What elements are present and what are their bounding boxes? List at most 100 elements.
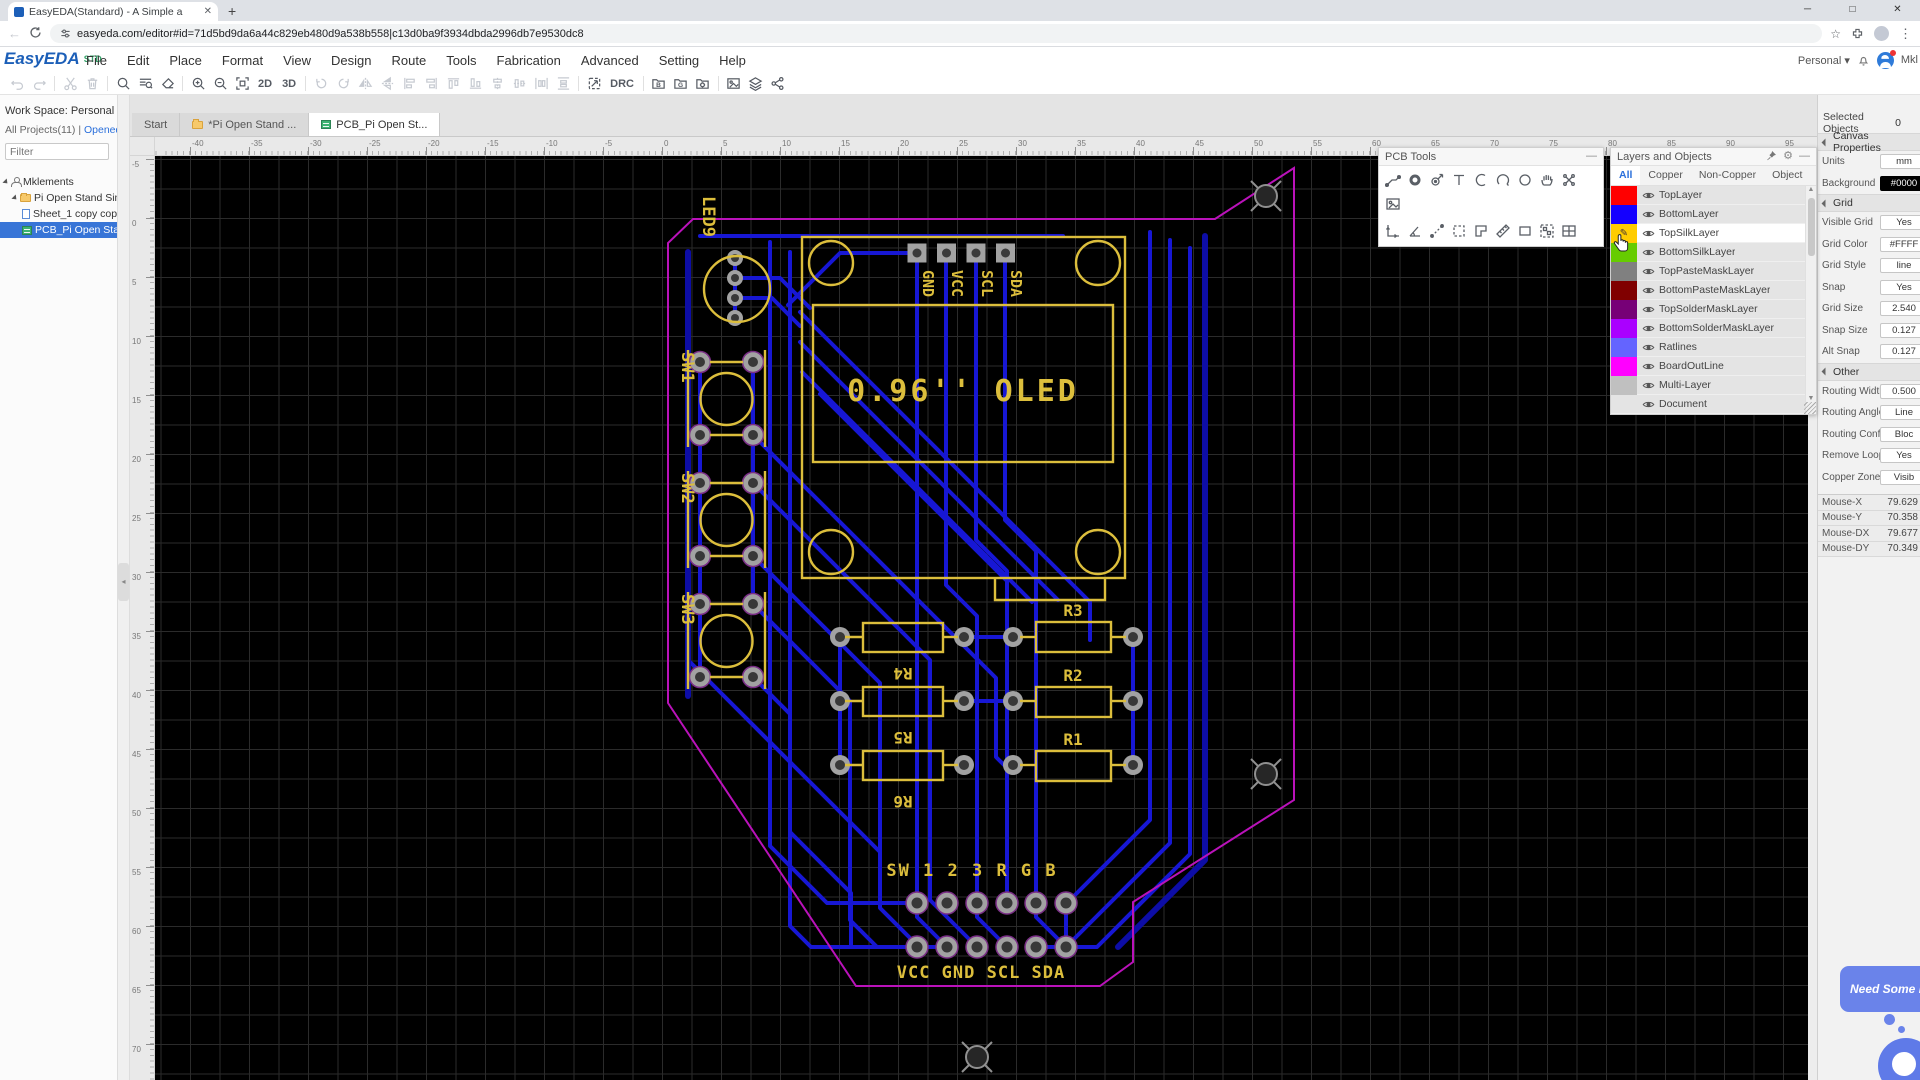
prop-value-field[interactable]: #0000 <box>1880 176 1920 191</box>
layer-row-document[interactable]: Document <box>1611 395 1816 414</box>
dist-v-icon[interactable] <box>552 74 574 94</box>
search-icon[interactable] <box>112 74 134 94</box>
section-header-grid[interactable]: Grid <box>1818 194 1920 212</box>
layers-tab-non-copper[interactable]: Non-Copper <box>1691 166 1764 185</box>
cut-icon[interactable] <box>59 74 81 94</box>
zoom-in-icon[interactable] <box>187 74 209 94</box>
layer-visibility-eye-icon[interactable] <box>1637 246 1659 259</box>
tool-dim-icon[interactable] <box>1382 219 1404 243</box>
url-field[interactable]: easyeda.com/editor#id=71d5bd9da6a44c829e… <box>50 24 1822 43</box>
layers-minimize-icon[interactable]: — <box>1799 151 1810 162</box>
prop-value-field[interactable]: 2.540 <box>1880 301 1920 316</box>
prop-value-field[interactable]: line <box>1880 258 1920 273</box>
bell-icon[interactable] <box>1857 54 1870 67</box>
layer-row-topsoldermasklayer[interactable]: TopSolderMaskLayer <box>1611 300 1816 319</box>
prop-value-field[interactable]: Yes <box>1880 280 1920 295</box>
layer-row-bottomsoldermasklayer[interactable]: BottomSolderMaskLayer <box>1611 319 1816 338</box>
tree-item-pcb-pi-open-stand-cop[interactable]: PCB_Pi Open Stand cop <box>0 222 117 238</box>
user-avatar[interactable] <box>1877 52 1894 69</box>
tree-item-mklements[interactable]: Mklements <box>0 174 117 190</box>
doc-tab--pi-open-stand-[interactable]: *Pi Open Stand ... <box>180 113 309 136</box>
doc-tab-start[interactable]: Start <box>132 113 180 136</box>
fit-icon[interactable] <box>231 74 253 94</box>
layer-color-swatch[interactable] <box>1611 300 1637 319</box>
layer-visibility-eye-icon[interactable] <box>1637 208 1659 221</box>
menu-file[interactable]: File <box>76 53 117 68</box>
tool-pad-icon[interactable] <box>1404 168 1426 192</box>
fol-t-icon[interactable] <box>692 74 714 94</box>
menu-help[interactable]: Help <box>709 53 756 68</box>
layer-color-swatch[interactable] <box>1611 281 1637 300</box>
layer-color-swatch[interactable] <box>1611 357 1637 376</box>
layer-visibility-eye-icon[interactable] <box>1637 360 1659 373</box>
tool-rect-icon[interactable] <box>1514 219 1536 243</box>
undo-icon[interactable] <box>6 74 28 94</box>
prop-value-field[interactable]: 0.127 <box>1880 344 1920 359</box>
extensions-icon[interactable] <box>1851 27 1864 40</box>
layer-visibility-eye-icon[interactable] <box>1637 379 1659 392</box>
layer-color-swatch[interactable] <box>1611 319 1637 338</box>
browser-profile-avatar[interactable] <box>1874 26 1889 41</box>
browser-tab[interactable]: EasyEDA(Standard) - A Simple a ✕ <box>8 2 218 21</box>
layer-visibility-eye-icon[interactable] <box>1637 322 1659 335</box>
section-header-other[interactable]: Other <box>1818 363 1920 381</box>
tool-circle-icon[interactable] <box>1514 168 1536 192</box>
window-minimize-button[interactable]: ─ <box>1785 0 1830 21</box>
menu-place[interactable]: Place <box>159 53 212 68</box>
prop-value-field[interactable]: Yes <box>1880 215 1920 230</box>
layer-row-topsilklayer[interactable]: ✎TopSilkLayer <box>1611 224 1816 243</box>
menu-fabrication[interactable]: Fabrication <box>487 53 571 68</box>
tool-group-icon[interactable] <box>1536 219 1558 243</box>
drc-button[interactable]: DRC <box>605 74 639 94</box>
menu-setting[interactable]: Setting <box>649 53 709 68</box>
tree-expand-arrow[interactable] <box>11 194 18 201</box>
sidebar-collapse-handle[interactable]: ◂ <box>118 563 129 601</box>
doc-tab-pcb-pi-open-st-[interactable]: PCB_Pi Open St... <box>309 113 440 136</box>
layer-row-toplayer[interactable]: TopLayer <box>1611 186 1816 205</box>
opened-projects-link[interactable]: Opened Pro <box>84 124 118 136</box>
prop-value-field[interactable]: mm <box>1880 154 1920 169</box>
menu-edit[interactable]: Edit <box>117 53 159 68</box>
layer-row-toppastemasklayer[interactable]: TopPasteMaskLayer <box>1611 262 1816 281</box>
menu-route[interactable]: Route <box>381 53 436 68</box>
tool-image-icon[interactable] <box>1382 192 1404 216</box>
fol-g-icon[interactable]: G <box>670 74 692 94</box>
menu-format[interactable]: Format <box>212 53 273 68</box>
flip-v-icon[interactable] <box>376 74 398 94</box>
layer-visibility-eye-icon[interactable] <box>1637 265 1659 278</box>
pcb-tools-header[interactable]: PCB Tools — <box>1379 148 1603 166</box>
menu-view[interactable]: View <box>273 53 321 68</box>
layers-scrollbar[interactable]: ▲▼ <box>1805 186 1816 414</box>
photo-icon[interactable] <box>723 74 745 94</box>
al-t-icon[interactable] <box>442 74 464 94</box>
prop-value-field[interactable]: #FFFF <box>1880 237 1920 252</box>
layer-row-multi-layer[interactable]: Multi-Layer <box>1611 376 1816 395</box>
fol-b-icon[interactable]: B <box>648 74 670 94</box>
tree-item-sheet-1-copy-copy[interactable]: Sheet_1 copy copy <box>0 206 117 222</box>
window-maximize-button[interactable]: □ <box>1830 0 1875 21</box>
layer-row-ratlines[interactable]: Ratlines <box>1611 338 1816 357</box>
help-bubble[interactable]: Need Some He <box>1840 966 1920 1012</box>
layer-color-swatch[interactable] <box>1611 395 1637 414</box>
new-tab-button[interactable]: + <box>228 3 236 19</box>
menu-advanced[interactable]: Advanced <box>571 53 649 68</box>
tool-panel-icon[interactable] <box>1558 219 1580 243</box>
tool-hand-icon[interactable] <box>1536 168 1558 192</box>
menu-design[interactable]: Design <box>321 53 381 68</box>
tool-dash-rect-icon[interactable] <box>1448 219 1470 243</box>
trash-icon[interactable] <box>81 74 103 94</box>
tool-ruler-icon[interactable] <box>1492 219 1514 243</box>
al-r-icon[interactable] <box>420 74 442 94</box>
window-close-button[interactable]: ✕ <box>1875 0 1920 21</box>
redo-icon[interactable] <box>28 74 50 94</box>
layer-visibility-eye-icon[interactable] <box>1637 227 1659 240</box>
tree-item-pi-open-stand-simplified[interactable]: Pi Open Stand Simplified <box>0 190 117 206</box>
layer-row-bottomsilklayer[interactable]: BottomSilkLayer <box>1611 243 1816 262</box>
layer-color-swatch[interactable] <box>1611 338 1637 357</box>
back-icon[interactable]: ← <box>8 26 21 41</box>
tool-via-icon[interactable] <box>1426 168 1448 192</box>
prop-value-field[interactable]: 0.127 <box>1880 323 1920 338</box>
filter-input[interactable] <box>5 143 109 160</box>
rot-l-icon[interactable] <box>310 74 332 94</box>
prop-value-field[interactable]: Visib <box>1880 470 1920 485</box>
